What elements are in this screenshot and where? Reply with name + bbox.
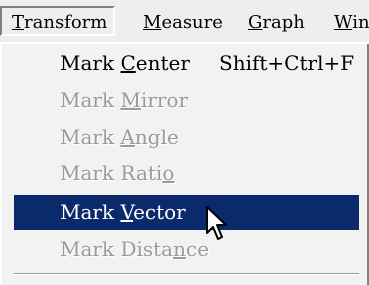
menu-item-label: Mark Vector [60, 200, 186, 224]
menu-window-accel: W [334, 12, 353, 33]
menu-item-label: Mark Angle [60, 125, 179, 149]
menu-item-mark-angle[interactable]: Mark Angle [14, 122, 359, 152]
menu-item-shortcut: Shift+Ctrl+F [219, 51, 355, 75]
menu-measure-accel: M [143, 12, 162, 33]
menu-item-mark-distance[interactable]: Mark Distance [14, 234, 359, 264]
menu-item-mark-mirror[interactable]: Mark Mirror [14, 85, 359, 115]
menu-item-mark-ratio[interactable]: Mark Ratio [14, 158, 359, 188]
arrow-pointer-icon [206, 206, 227, 240]
menu-measure-rest: easure [161, 12, 223, 33]
transform-dropdown-menu: Mark Center Shift+Ctrl+F Mark Mirror Mar… [0, 44, 369, 285]
menu-bar: Transform Measure Graph Win [0, 0, 369, 44]
menu-item-mark-vector[interactable]: Mark Vector [14, 195, 359, 230]
menu-item-mark-center[interactable]: Mark Center Shift+Ctrl+F [14, 48, 359, 78]
menu-graph-accel: G [248, 12, 263, 33]
menu-window[interactable]: Win [334, 12, 369, 36]
menu-graph-rest: raph [262, 12, 305, 33]
menu-transform-rest: ransform [24, 12, 108, 33]
menu-item-label: Mark Mirror [60, 88, 189, 112]
menu-separator [14, 273, 359, 275]
menu-item-label: Mark Center [60, 51, 190, 75]
menu-graph[interactable]: Graph [248, 12, 305, 36]
menu-item-label: Mark Ratio [60, 161, 175, 185]
menu-item-label: Mark Distance [60, 237, 210, 261]
menu-transform[interactable]: Transform [0, 6, 116, 36]
menu-measure[interactable]: Measure [143, 12, 223, 36]
menu-window-rest: in [352, 12, 369, 33]
menu-transform-accel: T [12, 12, 25, 33]
